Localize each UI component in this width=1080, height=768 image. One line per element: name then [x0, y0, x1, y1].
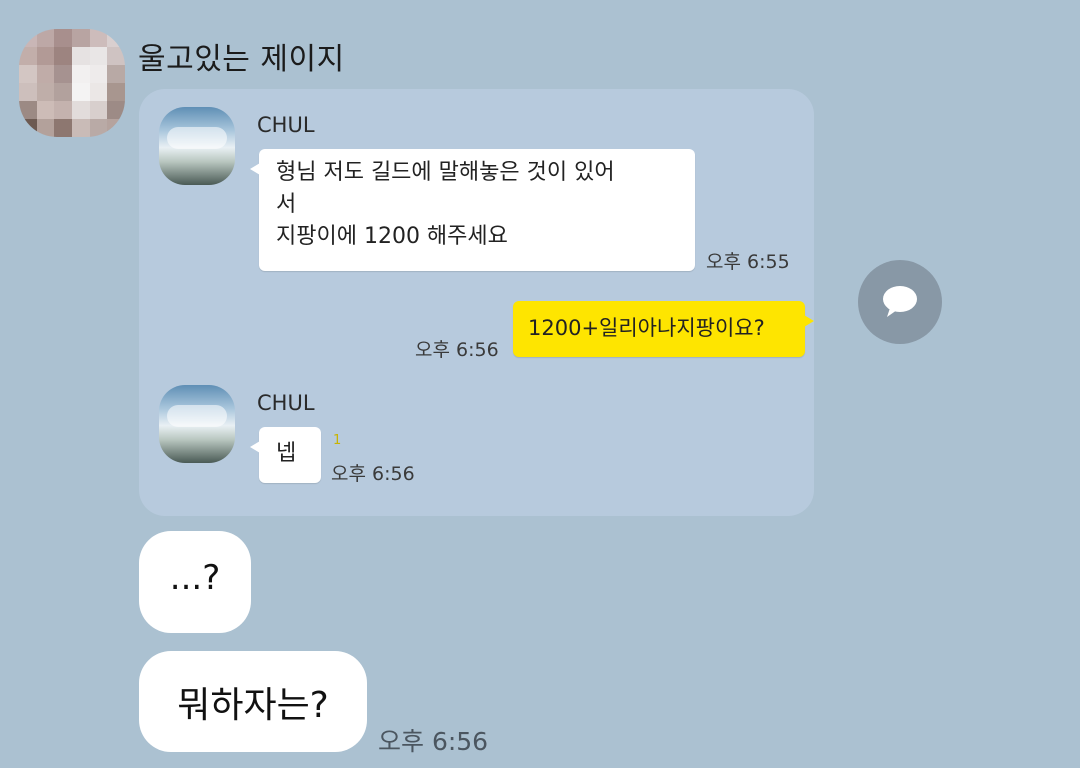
share-button[interactable] [858, 260, 942, 344]
received-message-bubble: 뭐하자는? [139, 651, 367, 752]
shared-screenshot-image[interactable]: CHUL 형님 저도 길드에 말해놓은 것이 있어 서 지팡이에 1200 해주… [139, 89, 814, 516]
sender-avatar[interactable] [19, 29, 125, 137]
message-text: 뭐하자는? [177, 684, 329, 726]
sender-name: 울고있는 제이지 [138, 42, 345, 77]
speech-bubble-icon [883, 286, 917, 317]
message-time: 오후 6:55 [706, 251, 790, 273]
message-text: ...? [169, 558, 221, 598]
received-message-bubble: 형님 저도 길드에 말해놓은 것이 있어 서 지팡이에 1200 해주세요 [250, 149, 695, 271]
message-line: 형님 저도 길드에 말해놓은 것이 있어 [276, 160, 615, 185]
message-time: 오후 6:56 [378, 727, 489, 756]
message-time: 오후 6:56 [415, 339, 499, 361]
message-time: 오후 6:56 [331, 463, 415, 485]
chul-avatar [159, 385, 235, 463]
unread-count: 1 [333, 433, 342, 448]
message-text: 1200+일리아나지팡이요? [528, 316, 765, 340]
received-message-bubble: 넵 [250, 427, 321, 483]
chul-avatar [159, 107, 235, 185]
chat-screen: 울고있는 제이지 CHUL 형님 저도 길드에 말해놓은 것이 있어 서 지팡이… [0, 0, 1080, 768]
message-sender-name: CHUL [257, 113, 315, 137]
message-text: 넵 [276, 441, 297, 466]
received-message-bubble: ...? [139, 531, 251, 633]
message-line: 지팡이에 1200 해주세요 [276, 224, 508, 249]
message-sender-name: CHUL [257, 391, 315, 415]
message-line: 서 [276, 192, 297, 217]
sent-message-bubble: 1200+일리아나지팡이요? [513, 301, 814, 357]
